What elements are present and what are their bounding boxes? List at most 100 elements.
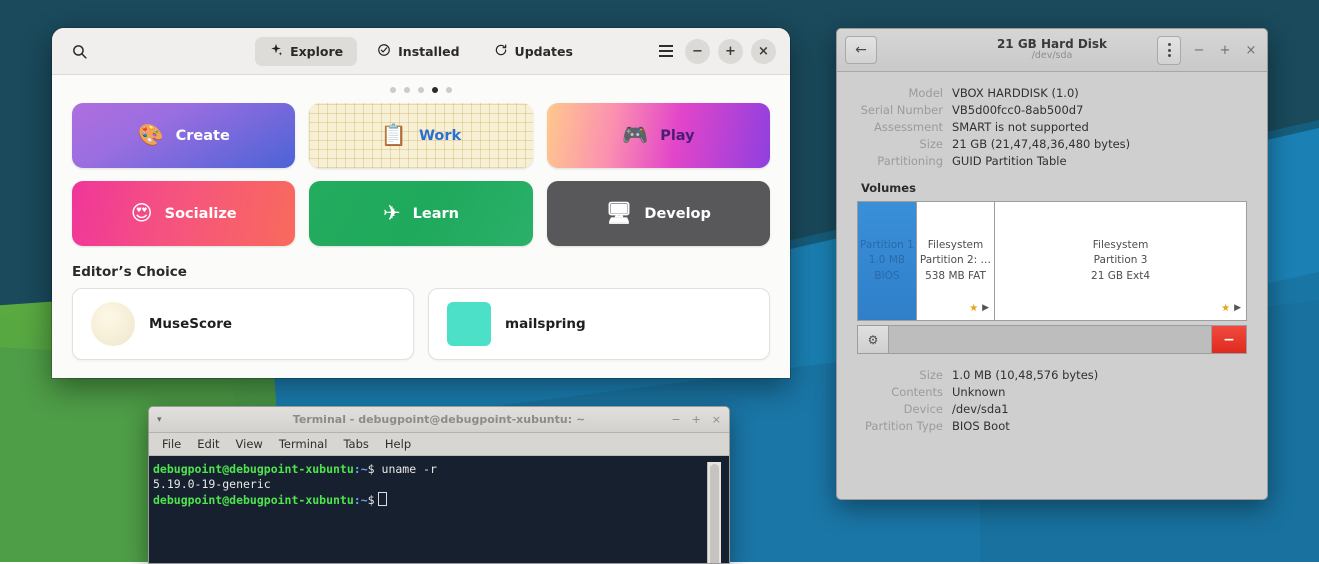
terminal-minimize-button[interactable]: − — [671, 413, 680, 426]
drive-info-row: Size 21 GB (21,47,48,36,480 bytes) — [847, 135, 1257, 152]
terminal-screen[interactable]: debugpoint@debugpoint-xubuntu:~$ uname -… — [149, 456, 729, 563]
tab-updates[interactable]: Updates — [480, 37, 587, 66]
category-tile-socialize[interactable]: 😍 Socialize — [72, 181, 296, 246]
software-center-headerbar: Explore Installed Updates − + × — [52, 28, 790, 75]
editors-choice-heading: Editor’s Choice — [72, 264, 187, 280]
partition-detail-label: Partition Type — [865, 418, 943, 433]
chevron-down-icon[interactable]: ▾ — [157, 415, 162, 425]
terminal-scrollbar[interactable] — [707, 462, 721, 563]
terminal-output-area: debugpoint@debugpoint-xubuntu:~$ uname -… — [153, 462, 707, 563]
carousel-dot-4[interactable] — [432, 87, 438, 93]
drive-info-table: Model VBOX HARDDISK (1.0) Serial Number … — [847, 84, 1257, 169]
drive-info-row: Assessment SMART is not supported — [847, 118, 1257, 135]
maximize-button[interactable]: + — [718, 38, 743, 64]
drive-info-value: VB5d00fcc0-8ab500d7 — [952, 102, 1084, 117]
star-icon: ★ — [1221, 302, 1231, 314]
terminal-prompt-dollar: $ — [367, 462, 375, 476]
drive-info-value: 21 GB (21,47,48,36,480 bytes) — [952, 136, 1131, 151]
heart-eyes-icon: 😍 — [130, 201, 153, 225]
disks-minimize-button[interactable]: − — [1191, 43, 1207, 58]
menu-file[interactable]: File — [155, 435, 188, 453]
menu-help[interactable]: Help — [378, 435, 418, 453]
terminal-window[interactable]: ▾ Terminal - debugpoint@debugpoint-xubun… — [148, 406, 730, 564]
partition-detail-label: Size — [919, 367, 943, 382]
partition-detail-value: BIOS Boot — [952, 418, 1010, 433]
app-card-musescore[interactable]: MuseScore — [72, 288, 414, 360]
terminal-line: debugpoint@debugpoint-xubuntu:~$ — [153, 492, 707, 508]
terminal-menubar: File Edit View Terminal Tabs Help — [149, 433, 729, 456]
category-tile-create[interactable]: 🎨 Create — [72, 103, 296, 168]
partition-detail-value: /dev/sda1 — [952, 401, 1009, 416]
terminal-maximize-button[interactable]: + — [692, 413, 701, 426]
tab-installed-label: Installed — [398, 43, 460, 59]
play-triangle-icon: ▶ — [982, 303, 990, 314]
carousel-dot-2[interactable] — [404, 87, 410, 93]
category-tile-play[interactable]: 🎮 Play — [546, 103, 770, 168]
refresh-icon — [494, 43, 508, 60]
drive-info-value: SMART is not supported — [952, 119, 1089, 134]
software-center-window[interactable]: Explore Installed Updates − + × 🎨 Create… — [52, 28, 790, 378]
category-tile-develop[interactable]: 🖥 Develop — [546, 181, 770, 246]
app-card-mailspring[interactable]: mailspring — [428, 288, 770, 360]
category-tile-create-label: Create — [175, 127, 230, 144]
carousel-dot-3[interactable] — [418, 87, 424, 93]
menu-tabs[interactable]: Tabs — [336, 435, 375, 453]
delete-partition-button[interactable]: − — [1211, 326, 1246, 353]
menu-edit[interactable]: Edit — [190, 435, 226, 453]
tab-installed[interactable]: Installed — [363, 37, 473, 66]
volume-partition-2[interactable]: Filesystem Partition 2: … 538 MB FAT ★ ▶ — [917, 202, 996, 320]
search-icon[interactable] — [66, 38, 92, 64]
category-tile-work[interactable]: 📋 Work — [309, 103, 533, 168]
terminal-prompt-path: :~ — [353, 462, 368, 476]
tab-explore[interactable]: Explore — [255, 36, 358, 66]
disks-content: Model VBOX HARDDISK (1.0) Serial Number … — [837, 72, 1267, 444]
drive-info-value: VBOX HARDDISK (1.0) — [952, 85, 1079, 100]
terminal-line: debugpoint@debugpoint-xubuntu:~$ uname -… — [153, 462, 707, 477]
tab-updates-label: Updates — [514, 43, 573, 59]
volume-line-3: 538 MB FAT — [925, 269, 986, 282]
partition-detail-row: Device /dev/sda1 — [847, 400, 1257, 417]
menu-terminal[interactable]: Terminal — [272, 435, 335, 453]
volume-line-2: Partition 3 — [1093, 254, 1148, 267]
volume-line-2: Partition 2: … — [919, 254, 992, 267]
kebab-menu-icon[interactable] — [1157, 35, 1181, 65]
terminal-scrollbar-thumb[interactable] — [710, 464, 719, 563]
terminal-prompt-user: debugpoint@debugpoint-xubuntu — [153, 493, 354, 507]
check-circle-icon — [377, 43, 391, 60]
menu-view[interactable]: View — [229, 435, 270, 453]
terminal-close-button[interactable]: × — [712, 413, 721, 426]
disks-close-button[interactable]: × — [1243, 43, 1259, 58]
carousel-pagination — [52, 75, 790, 103]
gears-settings-icon[interactable]: ⚙ — [858, 326, 889, 353]
close-button[interactable]: × — [751, 38, 776, 64]
drive-info-row: Partitioning GUID Partition Table — [847, 152, 1257, 169]
category-tile-learn[interactable]: ✈ Learn — [309, 181, 533, 246]
volume-partition-3[interactable]: Filesystem Partition 3 21 GB Ext4 ★ ▶ — [995, 202, 1246, 320]
volumes-bar: Partition 1 1.0 MB BIOS Filesystem Parti… — [857, 201, 1247, 321]
volumes-heading: Volumes — [861, 181, 916, 195]
software-center-window-controls: − + × — [655, 38, 776, 64]
volume-line-2: 1.0 MB BIOS — [868, 254, 906, 282]
hamburger-menu-icon[interactable] — [655, 40, 677, 62]
app-card-musescore-label: MuseScore — [149, 316, 233, 332]
disks-maximize-button[interactable]: + — [1217, 43, 1233, 58]
back-arrow-icon[interactable]: ← — [845, 36, 877, 64]
carousel-dot-1[interactable] — [390, 87, 396, 93]
minimize-button[interactable]: − — [685, 38, 710, 64]
terminal-cursor — [377, 492, 387, 506]
drive-info-row: Model VBOX HARDDISK (1.0) — [847, 84, 1257, 101]
volume-partition-1[interactable]: Partition 1 1.0 MB BIOS — [858, 202, 917, 320]
app-card-mailspring-label: mailspring — [505, 316, 586, 332]
disks-window-controls: − + × — [1157, 35, 1259, 65]
disks-window[interactable]: ← 21 GB Hard Disk /dev/sda − + × Model V… — [836, 28, 1268, 500]
partition-detail-row: Contents Unknown — [847, 383, 1257, 400]
partition-details-table: Size 1.0 MB (10,48,576 bytes) Contents U… — [847, 366, 1257, 434]
carousel-dot-5[interactable] — [446, 87, 452, 93]
volume-badges: ★ ▶ — [1221, 302, 1241, 317]
paper-plane-icon: ✈ — [383, 201, 401, 225]
mailspring-app-icon — [447, 302, 491, 346]
clipboard-icon: 📋 — [380, 123, 407, 147]
drive-info-label: Partitioning — [877, 153, 943, 168]
drive-info-row: Serial Number VB5d00fcc0-8ab500d7 — [847, 101, 1257, 118]
category-tile-play-label: Play — [660, 127, 695, 144]
